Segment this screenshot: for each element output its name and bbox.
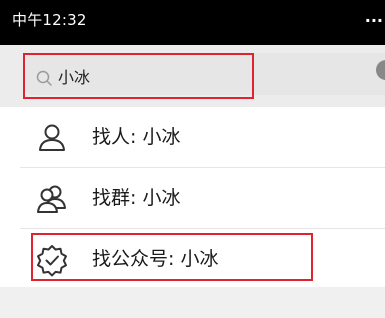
person-icon	[39, 124, 65, 151]
more-icon[interactable]: ...	[365, 8, 383, 26]
search-area: 小冰	[0, 45, 385, 107]
status-time: 中午12:32	[12, 11, 87, 29]
official-account-icon	[37, 245, 67, 277]
result-find-official-account[interactable]: 找公众号: 小冰	[0, 229, 385, 289]
result-label: 找人: 小冰	[92, 126, 181, 148]
result-label: 找群: 小冰	[92, 187, 181, 209]
search-icon	[36, 70, 52, 86]
empty-area	[0, 287, 385, 318]
search-results-list: 找人: 小冰 找群: 小冰 找公众号: 小冰	[0, 107, 385, 289]
group-icon	[37, 185, 66, 213]
result-find-group[interactable]: 找群: 小冰	[0, 168, 385, 228]
status-bar: 中午12:32 ...	[0, 0, 385, 45]
result-find-person[interactable]: 找人: 小冰	[0, 107, 385, 167]
search-query[interactable]: 小冰	[58, 66, 90, 90]
result-label: 找公众号: 小冰	[92, 248, 219, 270]
